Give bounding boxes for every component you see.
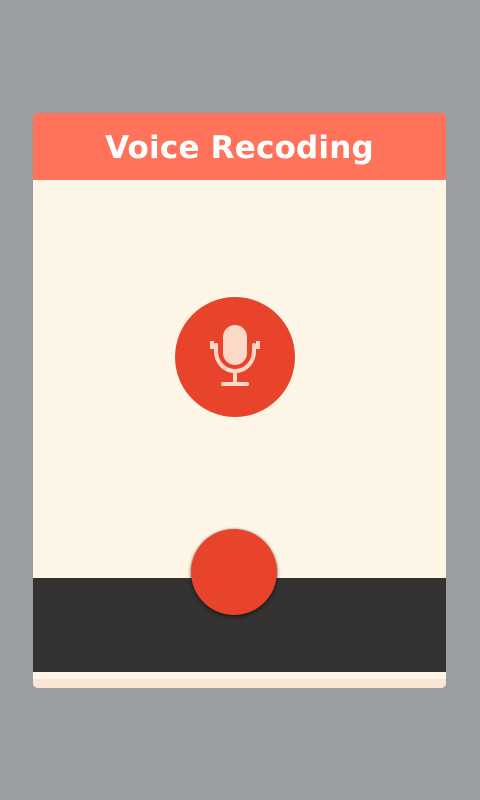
footer-strip [33, 672, 446, 688]
dialog-body [33, 180, 446, 578]
microphone-glyph [210, 325, 260, 386]
footer-line [33, 679, 446, 688]
microphone-icon [175, 297, 295, 417]
record-button[interactable] [191, 529, 277, 615]
dialog-header: Voice Recoding [33, 113, 446, 180]
dialog-title: Voice Recoding [105, 129, 374, 166]
